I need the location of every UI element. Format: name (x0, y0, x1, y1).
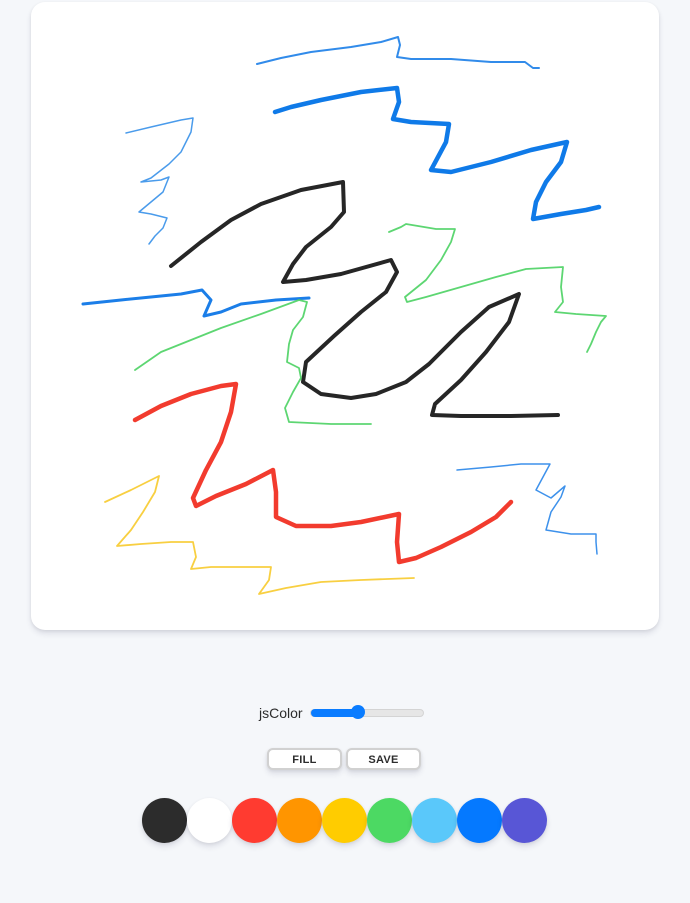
color-swatch-green[interactable] (367, 798, 412, 843)
brush-stroke-6 (388, 223, 607, 353)
brush-stroke-2 (272, 85, 602, 222)
brush-stroke-5 (81, 288, 311, 318)
color-palette (142, 798, 547, 843)
color-swatch-yellow[interactable] (322, 798, 367, 843)
fill-button[interactable]: FILL (267, 748, 342, 770)
color-swatch-orange[interactable] (277, 798, 322, 843)
brush-stroke-8 (132, 381, 514, 565)
brush-stroke-3 (125, 117, 194, 245)
color-swatch-blue[interactable] (457, 798, 502, 843)
brush-stroke-7 (134, 299, 372, 425)
color-swatch-white[interactable] (187, 798, 232, 843)
drawing-canvas[interactable] (31, 2, 659, 630)
color-swatch-black[interactable] (142, 798, 187, 843)
action-buttons: FILL SAVE (267, 748, 421, 770)
brush-size-slider[interactable] (309, 705, 424, 719)
brush-size-control: jsColor (259, 705, 424, 721)
color-swatch-red[interactable] (232, 798, 277, 843)
slider-thumb[interactable] (351, 705, 366, 719)
color-swatch-light-blue[interactable] (412, 798, 457, 843)
color-swatch-purple[interactable] (502, 798, 547, 843)
strokes-layer (81, 36, 607, 595)
brush-stroke-1 (256, 36, 540, 69)
brush-stroke-4 (169, 180, 560, 418)
save-button[interactable]: SAVE (346, 748, 421, 770)
brush-stroke-10 (104, 475, 415, 595)
brush-stroke-9 (456, 463, 598, 555)
range-label: jsColor (259, 705, 303, 721)
